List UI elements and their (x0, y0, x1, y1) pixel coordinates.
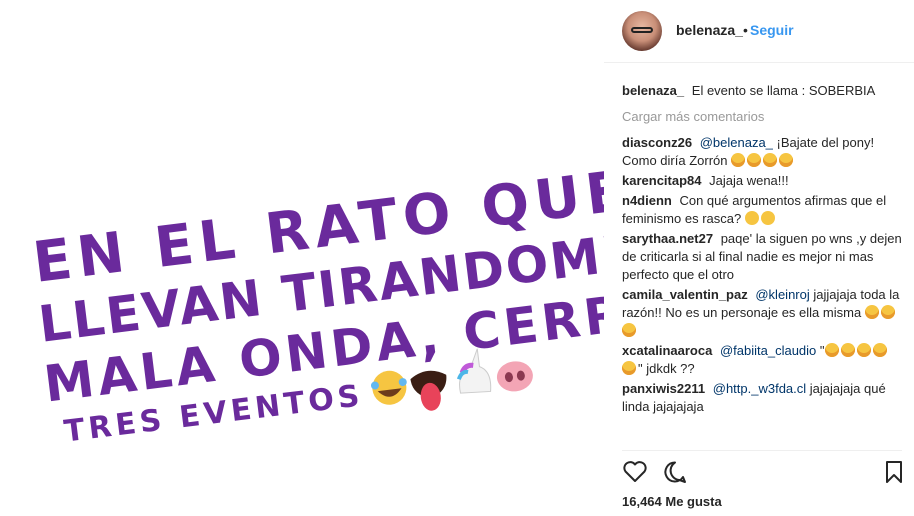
likes-count[interactable]: 16,464 Me gusta (622, 494, 722, 509)
comment-username[interactable]: n4dienn (622, 193, 672, 208)
load-more-comments[interactable]: Cargar más comentarios (622, 108, 902, 126)
comment-icon[interactable] (662, 460, 688, 484)
laughing-emoji-icon (731, 153, 746, 167)
heart-icon[interactable] (622, 460, 648, 484)
caption: belenaza_ El evento se llama : SOBERBIA (622, 82, 902, 100)
laughing-emoji-icon (763, 153, 778, 167)
header-username[interactable]: belenaza_ (676, 22, 743, 38)
laughing-emoji-icon (856, 343, 871, 357)
comment-username[interactable]: camila_valentin_paz (622, 287, 748, 302)
laughing-emoji-icon (840, 343, 855, 357)
laughing-emoji-icon (824, 343, 839, 357)
comment-text: " (819, 343, 825, 358)
comment-item: n4dienn Con qué argumentos afirmas que e… (622, 192, 902, 228)
post-image-graphic: EN EL RATO QUE LLEVAN TIRANDOME MALA OND… (30, 158, 604, 449)
comment-username[interactable]: sarythaa.net27 (622, 231, 713, 246)
post-actions (622, 460, 904, 486)
comment-item: panxiwis2211 @http._w3fda.cl jajajajaja … (622, 380, 902, 416)
comment-mention[interactable]: @belenaza_ (700, 135, 773, 150)
comment-item: karencitap84 Jajaja wena!!! (622, 172, 902, 190)
laughing-emoji-icon (864, 305, 879, 319)
confused-emoji-icon (760, 211, 775, 225)
comment-mention[interactable]: @http._w3fda.cl (713, 381, 806, 396)
comment-username[interactable]: xcatalinaaroca (622, 343, 712, 358)
pig-nose-emoji-icon (496, 361, 533, 392)
avatar[interactable] (622, 11, 662, 51)
comment-text-after: " jdkdk ?? (638, 361, 695, 376)
follow-button[interactable]: Seguir (750, 22, 794, 38)
laughing-emoji-icon (747, 153, 762, 167)
comment-username[interactable]: panxiwis2211 (622, 381, 705, 396)
comments-section: belenaza_ El evento se llama : SOBERBIA … (622, 82, 902, 418)
laughing-emoji-icon (779, 153, 794, 167)
caption-text: El evento se llama : SOBERBIA (691, 83, 876, 98)
laughing-emoji-icon (622, 323, 636, 337)
bookmark-icon[interactable] (884, 460, 904, 484)
comment-item: xcatalinaaroca @fabiita_claudio " " jdkdk… (622, 342, 902, 378)
header-separator: • (743, 22, 748, 38)
confused-emoji-icon (744, 211, 759, 225)
comment-item: diasconz26 @belenaza_ ¡Bajate del pony! … (622, 134, 902, 170)
post-header: belenaza_ • Seguir (604, 0, 914, 63)
laughing-emoji-icon (872, 343, 887, 357)
comment-username[interactable]: karencitap84 (622, 173, 702, 188)
laughing-emoji-icon (622, 361, 636, 375)
divider (622, 450, 902, 451)
comment-item: camila_valentin_paz @kleinroj jajjajaja … (622, 286, 902, 340)
caption-username[interactable]: belenaza_ (622, 83, 684, 98)
comment-text: Jajaja wena!!! (709, 173, 789, 188)
post-sidebar: belenaza_ • Seguir belenaza_ El evento s… (604, 0, 914, 516)
tongue-emoji-icon (410, 370, 447, 411)
comment-mention[interactable]: @fabiita_claudio (720, 343, 816, 358)
laughing-emoji-icon (880, 305, 895, 319)
comment-item: sarythaa.net27 paqe' la siguen po wns ,y… (622, 230, 902, 284)
post-image: EN EL RATO QUE LLEVAN TIRANDOME MALA OND… (0, 0, 604, 516)
comment-username[interactable]: diasconz26 (622, 135, 692, 150)
comment-mention[interactable]: @kleinroj (755, 287, 809, 302)
